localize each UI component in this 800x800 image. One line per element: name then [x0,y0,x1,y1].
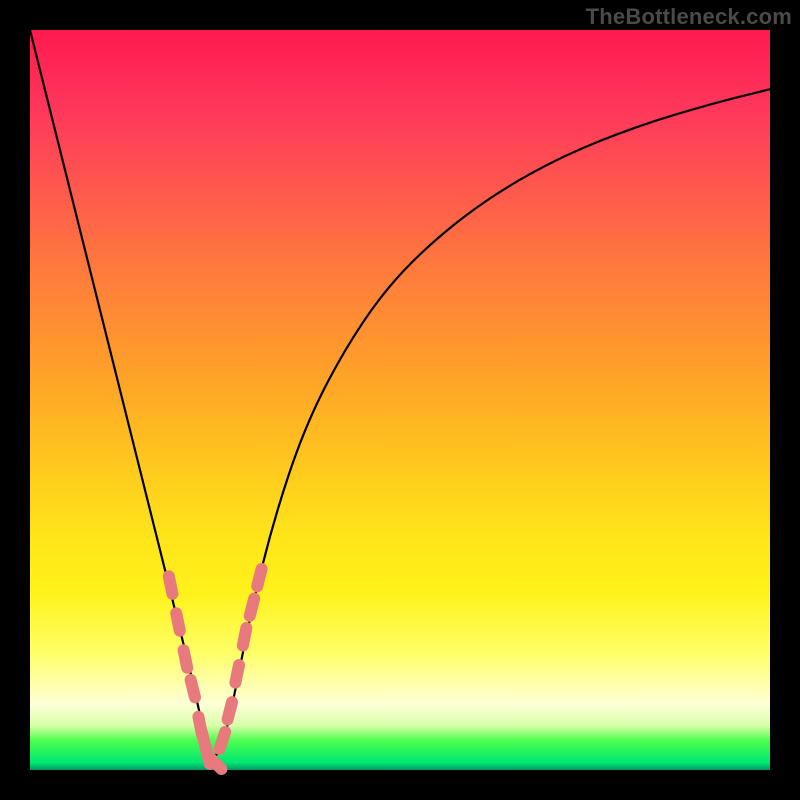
marker-point [176,613,180,631]
marker-group [169,569,262,769]
marker-point [220,732,226,749]
marker-point [250,599,254,616]
marker-point [257,569,261,586]
chart-svg [30,30,770,770]
marker-point [235,665,239,683]
marker-point [191,680,195,697]
marker-point [228,702,232,719]
chart-frame [30,30,770,770]
marker-point [243,628,247,646]
marker-point [169,576,173,594]
bottleneck-curve [30,30,770,755]
marker-point [184,650,188,668]
watermark-text: TheBottleneck.com [586,4,792,30]
